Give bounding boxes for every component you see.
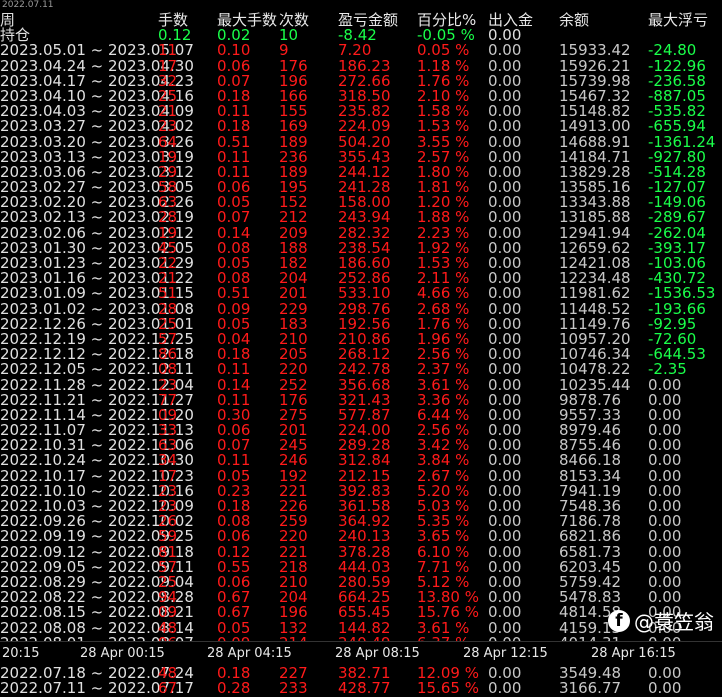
week-period-cell: 2022.07.18 ~ 2022.07.24: [0, 664, 194, 683]
weekly-report-table: 周 手数 最大手数 次数 盈亏金额 百分比% 出入金 余额 最大浮亏 持仓 0.…: [0, 11, 722, 696]
time-tick: 20:15: [2, 646, 40, 661]
balance-cell: 3166.77: [559, 679, 622, 697]
week-period-cell: 2022.07.11 ~ 2022.07.17: [0, 679, 194, 697]
deposit-cell: 0.00: [488, 664, 522, 683]
max-lots-cell: 0.18: [217, 664, 251, 683]
lots-cell: 67: [158, 679, 178, 697]
percent-cell: 15.65 %: [417, 679, 479, 697]
max-drawdown-cell: 0.00: [648, 664, 682, 683]
col-balance: 余额: [559, 11, 590, 29]
time-axis: 20:15 28 Apr 00:15 28 Apr 04:15 28 Apr 0…: [0, 641, 722, 665]
trade-count-cell: 227: [279, 664, 308, 683]
deposit-cell: 0.00: [488, 679, 522, 697]
max-drawdown-cell: 0.00: [648, 679, 682, 697]
trade-count-cell: 233: [279, 679, 308, 697]
facebook-icon: f: [608, 609, 630, 632]
col-max-drawdown: 最大浮亏: [648, 11, 709, 29]
table-row: 2022.07.18 ~ 2022.07.24 48 0.18 227 382.71 12…: [0, 664, 722, 683]
watermark: f @蓑笠翁: [608, 606, 714, 635]
date-label: 2022.07.11: [2, 0, 54, 10]
lots-cell: 48: [158, 664, 178, 683]
balance-cell: 3549.48: [559, 664, 622, 683]
time-tick: 28 Apr 16:15: [591, 646, 676, 661]
pnl-cell: 382.71: [338, 664, 391, 683]
max-lots-cell: 0.28: [217, 679, 251, 697]
time-tick: 28 Apr 12:15: [463, 646, 548, 661]
time-tick: 28 Apr 04:15: [207, 646, 292, 661]
percent-cell: 12.09 %: [417, 664, 479, 683]
watermark-text: @蓑笠翁: [634, 610, 714, 634]
time-tick: 28 Apr 08:15: [335, 646, 420, 661]
time-tick: 28 Apr 00:15: [80, 646, 165, 661]
table-row: 2022.07.11 ~ 2022.07.17 67 0.28 233 428.77 15…: [0, 681, 722, 696]
pnl-cell: 428.77: [338, 679, 391, 697]
